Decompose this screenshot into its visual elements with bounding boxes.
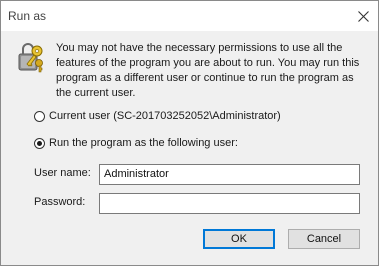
- password-label: Password:: [34, 196, 86, 208]
- following-user-radio[interactable]: [34, 137, 45, 149]
- current-user-label: Current user (SC-201703252052\Administra…: [49, 110, 281, 122]
- window-title: Run as: [8, 9, 47, 23]
- keys-icon: [18, 43, 43, 73]
- close-icon: [357, 10, 369, 22]
- password-input[interactable]: [99, 193, 360, 214]
- title-bar[interactable]: Run as: [1, 1, 378, 31]
- following-user-label: Run the program as the following user:: [49, 137, 238, 149]
- run-as-dialog: Run as You may not have the necessary pe…: [0, 0, 379, 266]
- current-user-option[interactable]: Current user (SC-201703252052\Administra…: [34, 110, 281, 122]
- permission-message: You may not have the necessary permissio…: [56, 42, 360, 99]
- username-label: User name:: [34, 167, 91, 179]
- close-button[interactable]: [348, 1, 378, 31]
- dialog-body: You may not have the necessary permissio…: [1, 31, 378, 265]
- username-input[interactable]: Administrator: [99, 164, 360, 185]
- following-user-option[interactable]: Run the program as the following user:: [34, 137, 238, 149]
- current-user-radio[interactable]: [34, 110, 45, 122]
- ok-button[interactable]: OK: [203, 229, 275, 249]
- cancel-button[interactable]: Cancel: [288, 229, 360, 249]
